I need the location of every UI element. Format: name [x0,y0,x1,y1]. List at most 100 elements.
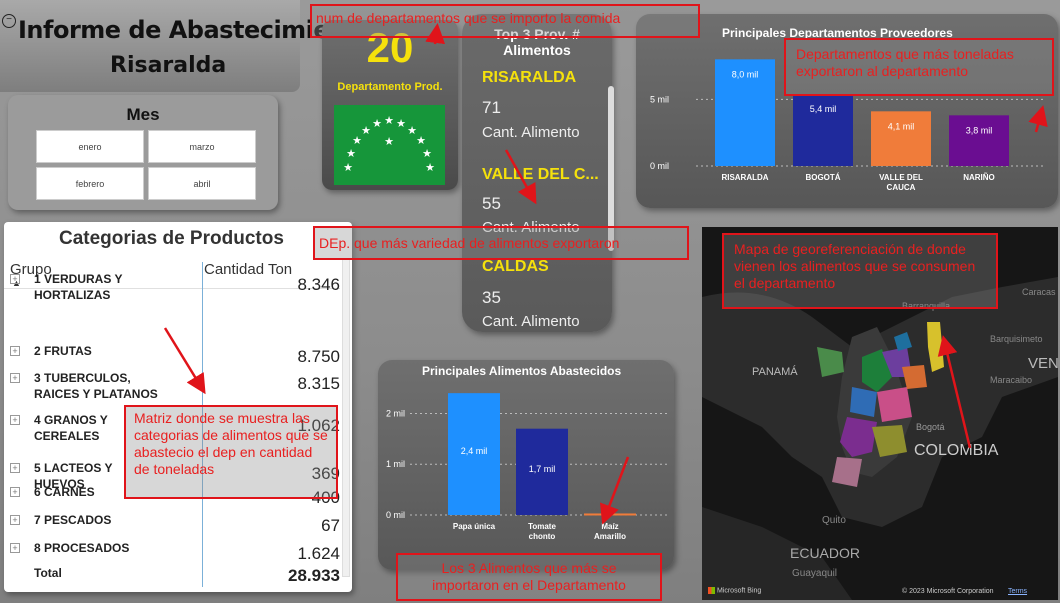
svg-text:★: ★ [425,162,435,174]
data-label: 1,7 mil [529,464,556,474]
data-label: 8,0 mil [732,69,759,79]
svg-text:★: ★ [361,125,371,137]
row-group-name: 2 FRUTAS [34,343,92,359]
x-tick-label: NARIÑO [963,173,995,182]
x-tick-label: BOGOTÁ [805,173,840,182]
svg-text:★: ★ [384,115,394,127]
annotation-mapa: Mapa de georeferenciación de donde viene… [722,233,998,309]
row-group-name: 8 PROCESADOS [34,540,129,556]
data-label: 3,8 mil [966,125,993,135]
table-row[interactable]: +7 PESCADOS 67 [4,512,340,535]
top3-item-value: 55 [482,194,501,213]
row-group-name-line: 7 PESCADOS [34,513,112,527]
top3-item-sub: Cant. Alimento [482,124,580,141]
expand-icon[interactable]: + [10,487,20,497]
expand-icon[interactable]: + [10,274,20,284]
y-tick-label: 2 mil [386,408,405,418]
svg-text:★: ★ [343,162,353,174]
risaralda-flag-image: ★ ★ ★ ★ ★ ★ ★ ★ ★ ★ ★ ★ [334,105,445,185]
svg-text:★: ★ [422,148,432,160]
x-tick-label: RISARALDA [721,173,768,182]
row-value: 67 [321,516,340,535]
x-tick-label: Maíz [601,522,618,531]
data-label: 5,4 mil [810,104,837,114]
bing-logo: Microsoft Bing [708,587,761,594]
x-tick-label: VALLE DEL [879,173,923,182]
row-group-name-line: CEREALES [34,429,100,443]
table-row[interactable]: +2 FRUTAS 8.750 [4,343,340,366]
top3-providers-card: Top 3 Prov. # Alimentos RISARALDA 71 Can… [462,14,614,332]
row-group-name-line: 2 FRUTAS [34,344,92,358]
expand-icon[interactable]: + [10,463,20,473]
total-row: Total 28.933 [4,562,340,586]
month-option-febrero[interactable]: febrero [36,167,144,200]
svg-text:★: ★ [346,148,356,160]
map-copyright: © 2023 Microsoft Corporation [902,588,994,595]
row-group-name-line: 4 GRANOS Y [34,413,108,427]
foods-bar-chart: 2 mil 1 mil 0 mil 2,4 mil Papa única 1,7 mil T… [386,393,668,541]
top3-title-line2: Alimentos [503,42,571,58]
annotation-alimentos: Los 3 Alimentos que más se importaron en… [396,553,662,601]
collapse-icon[interactable]: − [2,14,16,28]
row-group-name: 4 GRANOS Y CEREALES [34,412,108,444]
map-label-maracaibo: Maracaibo [990,375,1033,385]
expand-icon[interactable]: + [10,543,20,553]
map-label-bogota: Bogotá [916,422,945,432]
departments-count-card: 20 Departamento Prod. ★ ★ ★ ★ ★ ★ ★ ★ ★ ★ ★ ★ [322,20,458,190]
map-label-guayaquil: Guayaquil [792,568,838,579]
map-label-barquisimeto: Barquisimeto [990,334,1043,344]
map-label-quito: Quito [822,515,846,526]
y-tick-label: 0 mil [386,510,405,520]
annotation-departamentos-toneladas: Departamentos que más toneladas exportar… [784,38,1054,96]
y-tick-label: 0 mil [650,161,669,171]
month-slicer: Mes enero marzo febrero abril [8,95,278,210]
page-subtitle: Risaralda [110,53,227,78]
row-value: 1.624 [297,544,340,563]
foods-chart-card: Principales Alimentos Abastecidos 2 mil 1… [378,360,674,570]
top3-item-name: CALDAS [482,258,549,275]
row-group-name: 1 VERDURAS Y HORTALIZAS [34,271,122,303]
annotation-num-departamentos: num de departamentos que se importo la c… [310,4,700,38]
table-row[interactable]: +3 TUBERCULOS, RAICES Y PLATANOS 8.315 [4,370,340,404]
month-slicer-title: Mes [126,105,160,124]
top3-item-value: 71 [482,98,501,117]
month-option-abril[interactable]: abril [148,167,256,200]
top3-item-name: VALLE DEL C... [482,166,599,183]
categories-title: Categorias de Productos [59,228,284,249]
row-value: 8.315 [297,374,340,393]
svg-text:★: ★ [396,118,406,130]
total-label: Total [34,566,62,580]
top3-item-name: RISARALDA [482,69,577,86]
row-value: 8.750 [297,347,340,366]
map-label-panama: PANAMÁ [752,366,798,378]
annotation-matriz: Matriz donde se muestra las categorias d… [124,405,338,499]
expand-icon[interactable]: + [10,515,20,525]
row-group-name-line: RAICES Y PLATANOS [34,387,158,401]
table-row[interactable]: +8 PROCESADOS 1.624 [4,540,340,563]
map-brand: Microsoft Bing [716,587,762,595]
bar[interactable] [949,115,1009,166]
x-tick-label: chonto [529,532,556,541]
month-option-marzo[interactable]: marzo [148,130,256,163]
expand-icon[interactable]: + [10,373,20,383]
microsoft-logo-icon [708,587,715,594]
row-group-name: 7 PESCADOS [34,512,111,528]
table-row[interactable]: +1 VERDURAS Y HORTALIZAS 8.346 [4,271,340,303]
departments-count-label: Departamento Prod. [337,81,443,93]
month-option-enero[interactable]: enero [36,130,144,163]
bar[interactable] [584,513,636,516]
svg-text:★: ★ [372,118,382,130]
row-group-name-line: 6 CARNES [34,485,95,499]
expand-icon[interactable]: + [10,346,20,356]
row-group-name-line: 5 LACTEOS Y [34,461,113,475]
x-tick-label: Amarillo [594,532,626,541]
top3-item-value: 35 [482,288,501,307]
data-label: 2,4 mil [461,446,488,456]
bar[interactable] [871,111,931,166]
x-tick-label: Tomate [528,522,556,531]
categories-scrollbar[interactable] [342,259,350,577]
total-value: 28.933 [288,566,340,585]
y-tick-label: 5 mil [650,94,669,104]
map-terms-link[interactable]: Terms [1008,588,1027,595]
expand-icon[interactable]: + [10,415,20,425]
